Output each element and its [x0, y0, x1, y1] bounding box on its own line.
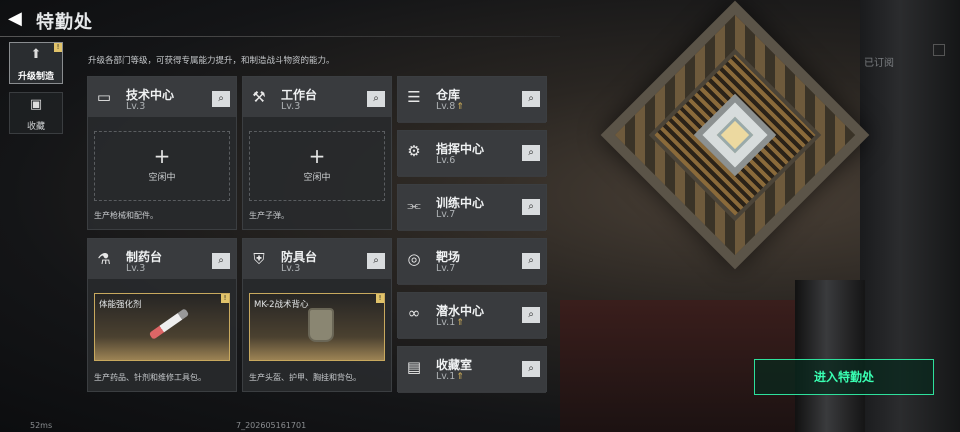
page-title: 特勤处: [36, 12, 93, 33]
vest-icon: [308, 308, 334, 342]
microscope-icon: ⚗: [97, 250, 111, 268]
search-icon[interactable]: ⌕: [367, 91, 385, 107]
card-collection-room[interactable]: ▤ 收藏室 Lv.1⇑ ⌕: [397, 346, 547, 393]
card-description: 生产子弹。: [249, 211, 289, 220]
upgrade-arrow-icon: ⇑: [456, 102, 464, 112]
slot-status: 空闲中: [148, 173, 176, 183]
tab-upgrade-craft[interactable]: ⬆ 升级制造 !: [9, 42, 63, 84]
card-level: Lv.7: [436, 209, 456, 220]
target-icon: ◎: [407, 250, 421, 268]
upgrade-icon: ⬆: [30, 47, 42, 62]
production-item[interactable]: MK-2战术背心 !: [249, 293, 385, 361]
search-icon[interactable]: ⌕: [522, 145, 540, 161]
dumbbell-icon: ⫘: [407, 196, 421, 214]
card-command-center[interactable]: ⚙ 指挥中心 Lv.6 ⌕: [397, 130, 547, 177]
card-level: Lv.3: [281, 101, 301, 112]
card-description: 生产药品、针剂和维修工具包。: [94, 373, 206, 382]
card-description: 生产枪械和配件。: [94, 211, 158, 220]
production-item[interactable]: 体能强化剂 !: [94, 293, 230, 361]
production-slot[interactable]: + 空闲中: [94, 131, 230, 201]
enter-facility-button[interactable]: 进入特勤处: [754, 359, 934, 395]
search-icon[interactable]: ⌕: [522, 91, 540, 107]
card-training-center[interactable]: ⫘ 训练中心 Lv.7 ⌕: [397, 184, 547, 231]
player-uid: 7_202605161701: [236, 421, 307, 430]
product-name: 体能强化剂: [99, 300, 142, 310]
search-icon[interactable]: ⌕: [367, 253, 385, 269]
tab-label: 收藏: [26, 122, 45, 132]
page-description: 升级各部门等级，可获得专属能力提升，和制造战斗物资的能力。: [88, 56, 335, 66]
plus-icon: +: [308, 144, 326, 168]
product-name: MK-2战术背心: [254, 300, 309, 310]
upgrade-arrow-icon: ⇑: [456, 318, 464, 328]
collection-icon: ▣: [29, 97, 43, 112]
armor-icon: ⛨: [253, 250, 265, 268]
card-shooting-range[interactable]: ◎ 靶场 Lv.7 ⌕: [397, 238, 547, 285]
goggles-icon: ∞: [407, 304, 421, 322]
alert-badge: !: [54, 43, 62, 52]
monitor-icon: ▭: [96, 88, 112, 106]
card-workbench[interactable]: ⚒ 工作台 Lv.3 ⌕ + 空闲中 生产子弹。: [242, 76, 392, 230]
upgrade-arrow-icon: ⇑: [456, 372, 464, 382]
alert-badge: !: [376, 294, 384, 303]
slot-status: 空闲中: [303, 173, 331, 183]
card-tech-center[interactable]: ▭ 技术中心 Lv.3 ⌕ + 空闲中 生产枪械和配件。: [87, 76, 237, 230]
card-level: Lv.8⇑: [436, 101, 464, 112]
search-icon[interactable]: ⌕: [212, 91, 230, 107]
card-level: Lv.3: [126, 101, 146, 112]
frame-corner-icon: [933, 44, 945, 56]
card-level: Lv.6: [436, 155, 456, 166]
tab-label: 升级制造: [17, 72, 54, 82]
cube-support-column: [795, 280, 865, 432]
chip-icon: ⚙: [407, 142, 421, 160]
card-pharmacy[interactable]: ⚗ 制药台 Lv.3 ⌕ 体能强化剂 ! 生产药品、针剂和维修工具包。: [87, 238, 237, 392]
syringe-icon: [148, 308, 190, 340]
search-icon[interactable]: ⌕: [522, 253, 540, 269]
plus-icon: +: [153, 144, 171, 168]
production-slot[interactable]: + 空闲中: [249, 131, 385, 201]
card-level: Lv.1⇑: [436, 317, 464, 328]
card-warehouse[interactable]: ☰ 仓库 Lv.8⇑ ⌕: [397, 76, 547, 123]
divider: [0, 36, 560, 37]
alert-badge: !: [221, 294, 229, 303]
storage-icon: ☰: [407, 88, 421, 106]
subscribed-label[interactable]: 已订阅: [864, 54, 894, 69]
top-bar: ◀ 特勤处: [0, 0, 960, 38]
card-level: Lv.3: [281, 263, 301, 274]
cabinet-icon: ▤: [406, 358, 422, 376]
card-armor-bench[interactable]: ⛨ 防具台 Lv.3 ⌕ MK-2战术背心 ! 生产头盔、护甲、胸挂和背包。: [242, 238, 392, 392]
search-icon[interactable]: ⌕: [522, 361, 540, 377]
search-icon[interactable]: ⌕: [522, 199, 540, 215]
search-icon[interactable]: ⌕: [212, 253, 230, 269]
hammer-icon: ⚒: [252, 88, 266, 106]
search-icon[interactable]: ⌕: [522, 307, 540, 323]
card-level: Lv.7: [436, 263, 456, 274]
card-description: 生产头盔、护甲、胸挂和背包。: [249, 373, 361, 382]
back-arrow-icon[interactable]: ◀: [8, 9, 28, 29]
tab-collection[interactable]: ▣ 收藏: [9, 92, 63, 134]
card-level: Lv.1⇑: [436, 371, 464, 382]
ping-readout: 52ms: [30, 421, 53, 430]
card-level: Lv.3: [126, 263, 146, 274]
card-diving-center[interactable]: ∞ 潜水中心 Lv.1⇑ ⌕: [397, 292, 547, 339]
